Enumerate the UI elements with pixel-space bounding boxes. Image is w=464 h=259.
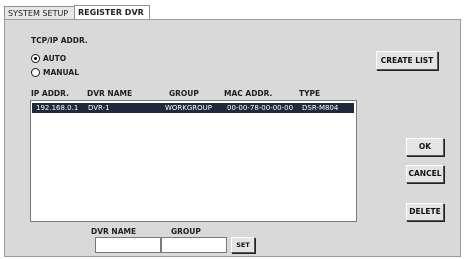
cell-group: WORKGROUP [165, 104, 213, 112]
col-type: TYPE [299, 89, 321, 98]
cell-dvr-name: DVR-1 [88, 104, 110, 112]
dvr-list[interactable]: 192.168.0.1 DVR-1 WORKGROUP 00-00-78-00-… [30, 100, 357, 222]
col-ip-addr: IP ADDR. [31, 89, 69, 98]
tcpip-heading: TCP/IP ADDR. [31, 36, 88, 45]
group-input[interactable] [161, 237, 227, 253]
register-dvr-panel: TCP/IP ADDR. AUTO MANUAL CREATE LIST IP … [4, 19, 461, 257]
cell-type: DSR-M804 [302, 104, 339, 112]
col-group: GROUP [169, 89, 199, 98]
radio-auto-label: AUTO [43, 54, 67, 63]
col-mac-addr: MAC ADDR. [224, 89, 273, 98]
radio-auto[interactable] [31, 54, 40, 63]
dvr-name-input[interactable] [95, 237, 161, 253]
radio-manual[interactable] [31, 68, 40, 77]
tab-system-setup[interactable]: SYSTEM SETUP [4, 6, 78, 20]
tab-register-dvr[interactable]: REGISTER DVR [74, 5, 150, 20]
cell-mac: 00-00-78-00-00-00 [227, 104, 294, 112]
create-list-button[interactable]: CREATE LIST [376, 51, 438, 70]
set-button[interactable]: SET [231, 237, 255, 253]
ok-button[interactable]: OK [406, 138, 444, 156]
table-row[interactable]: 192.168.0.1 DVR-1 WORKGROUP 00-00-78-00-… [32, 103, 354, 113]
group-label: GROUP [171, 227, 201, 236]
register-dvr-window: SYSTEM SETUP REGISTER DVR TCP/IP ADDR. A… [0, 0, 464, 259]
cancel-button[interactable]: CANCEL [406, 165, 444, 183]
dvr-name-label: DVR NAME [91, 227, 137, 236]
delete-button[interactable]: DELETE [406, 203, 444, 221]
cell-ip: 192.168.0.1 [36, 104, 79, 112]
radio-manual-label: MANUAL [43, 68, 79, 77]
col-dvr-name: DVR NAME [87, 89, 133, 98]
